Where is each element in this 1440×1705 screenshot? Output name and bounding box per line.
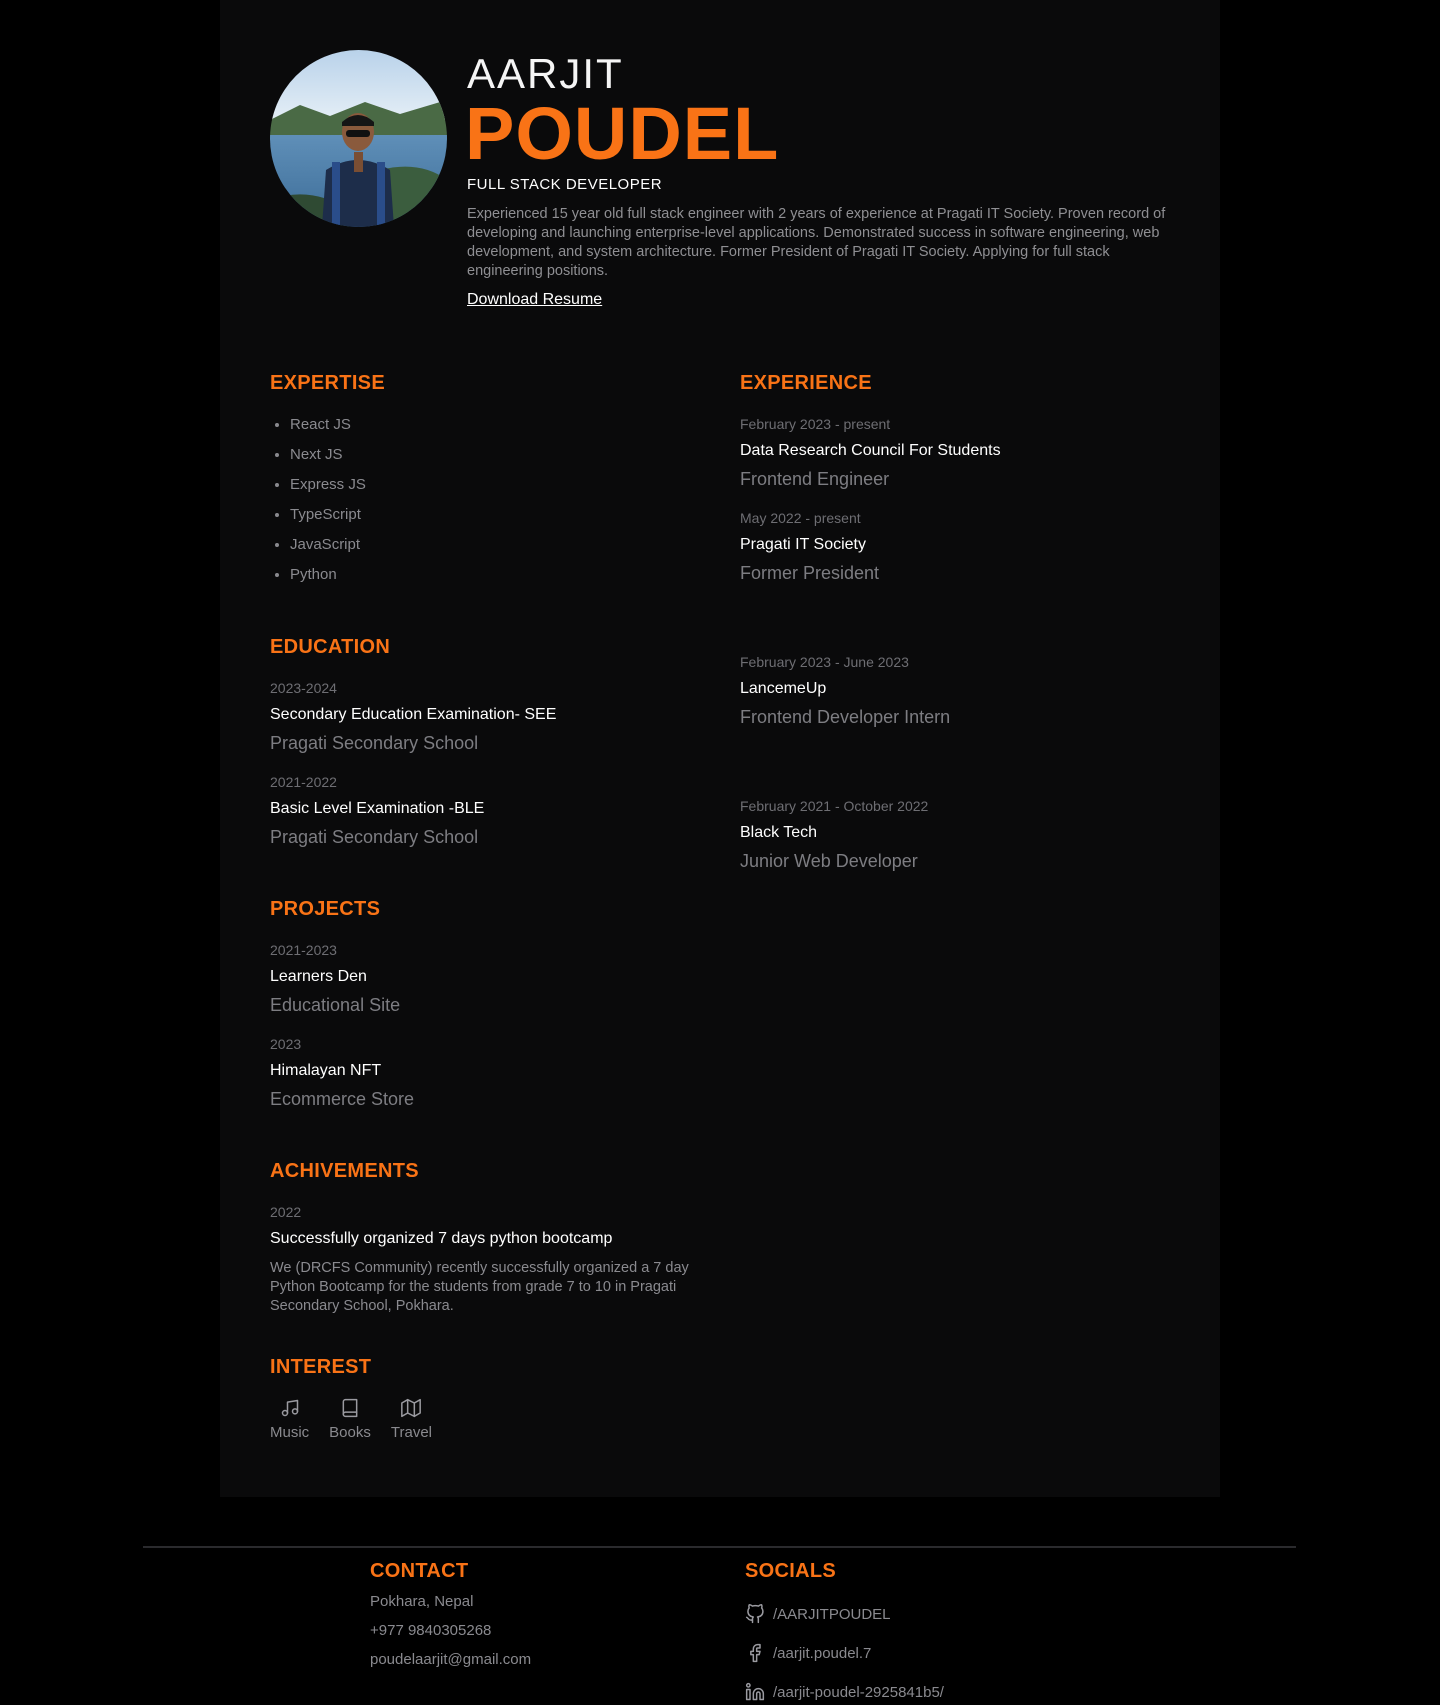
project-date: 2021-2023 xyxy=(270,942,337,958)
job-title: FULL STACK DEVELOPER xyxy=(467,176,663,193)
education-entry: 2021-2022 Basic Level Examination -BLE P… xyxy=(270,773,700,848)
experience-entry: February 2021 - October 2022 Black Tech … xyxy=(740,797,1170,872)
achievement-entry: 2022 Successfully organized 7 days pytho… xyxy=(270,1203,700,1316)
contact-heading: CONTACT xyxy=(370,1560,469,1582)
project-desc: Educational Site xyxy=(270,995,401,1015)
experience-date: February 2021 - October 2022 xyxy=(740,798,929,814)
map-icon xyxy=(401,1398,422,1418)
experience-role: Former President xyxy=(740,563,880,583)
project-desc: Ecommerce Store xyxy=(270,1089,415,1109)
list-item: Express JS xyxy=(290,470,366,500)
resume-card: AARJIT POUDEL FULL STACK DEVELOPER Exper… xyxy=(220,0,1220,1497)
education-heading: EDUCATION xyxy=(270,636,391,658)
education-entry: 2023-2024 Secondary Education Examinatio… xyxy=(270,679,700,754)
achievement-desc: We (DRCFS Community) recently successful… xyxy=(270,1260,689,1314)
experience-company: Pragati IT Society xyxy=(740,536,866,553)
experience-entry: February 2023 - present Data Research Co… xyxy=(740,415,1170,490)
avatar xyxy=(270,50,447,227)
expertise-list: React JS Next JS Express JS TypeScript J… xyxy=(270,410,366,590)
list-item: React JS xyxy=(290,410,366,440)
project-title: Himalayan NFT xyxy=(270,1062,382,1079)
interest-label: Music xyxy=(270,1424,310,1441)
experience-date: February 2023 - June 2023 xyxy=(740,654,909,670)
experience-role: Junior Web Developer xyxy=(740,851,918,871)
experience-company: Black Tech xyxy=(740,824,818,841)
social-label: /AARJITPOUDEL xyxy=(773,1605,891,1623)
contact-phone[interactable]: +977 9840305268 xyxy=(370,1622,491,1639)
experience-entry: February 2023 - June 2023 LancemeUp Fron… xyxy=(740,653,1170,728)
experience-role: Frontend Engineer xyxy=(740,469,890,489)
experience-company: Data Research Council For Students xyxy=(740,442,1001,459)
github-icon xyxy=(745,1604,764,1624)
project-date: 2023 xyxy=(270,1036,302,1052)
education-school: Pragati Secondary School xyxy=(270,827,479,847)
project-entry: 2021-2023 Learners Den Educational Site xyxy=(270,941,700,1016)
education-date: 2023-2024 xyxy=(270,680,337,696)
book-icon xyxy=(342,1398,358,1418)
experience-company: LancemeUp xyxy=(740,680,827,697)
expertise-heading: EXPERTISE xyxy=(270,372,385,394)
interest-books: Books xyxy=(329,1398,371,1441)
achievements-heading: ACHIVEMENTS xyxy=(270,1160,419,1182)
interest-list: Music Books Travel xyxy=(270,1398,432,1441)
interest-label: Travel xyxy=(390,1424,432,1441)
education-date: 2021-2022 xyxy=(270,774,337,790)
project-entry: 2023 Himalayan NFT Ecommerce Store xyxy=(270,1035,700,1110)
music-icon xyxy=(281,1399,298,1417)
experience-entry: May 2022 - present Pragati IT Society Fo… xyxy=(740,509,1170,584)
linkedin-icon xyxy=(745,1682,765,1701)
education-title: Basic Level Examination -BLE xyxy=(270,800,485,817)
list-item: Next JS xyxy=(290,440,366,470)
experience-heading: EXPERIENCE xyxy=(740,372,872,394)
list-item: Python xyxy=(290,560,366,590)
interest-label: Books xyxy=(329,1424,371,1441)
list-item: TypeScript xyxy=(290,500,366,530)
profile-photo xyxy=(270,50,447,227)
list-item: JavaScript xyxy=(290,530,366,560)
contact-email[interactable]: poudelaarjit@gmail.com xyxy=(370,1651,531,1668)
download-resume-link[interactable]: Download Resume xyxy=(467,291,602,309)
achievement-date: 2022 xyxy=(270,1204,302,1220)
social-label: /aarjit.poudel.7 xyxy=(773,1644,872,1662)
education-school: Pragati Secondary School xyxy=(270,733,479,753)
last-name: POUDEL xyxy=(465,92,780,175)
education-title: Secondary Education Examination- SEE xyxy=(270,706,557,723)
facebook-icon xyxy=(750,1643,761,1663)
projects-heading: PROJECTS xyxy=(270,898,381,920)
first-name: AARJIT xyxy=(467,50,624,97)
social-link-github[interactable]: /AARJITPOUDEL xyxy=(745,1604,891,1624)
social-link-facebook[interactable]: /aarjit.poudel.7 xyxy=(745,1643,871,1663)
social-link-linkedin[interactable]: /aarjit-poudel-2925841b5/ xyxy=(745,1682,944,1702)
footer-divider xyxy=(143,1546,1296,1548)
profile-summary: Experienced 15 year old full stack engin… xyxy=(467,206,1166,279)
achievement-title: Successfully organized 7 days python boo… xyxy=(270,1230,613,1247)
experience-role: Frontend Developer Intern xyxy=(740,707,951,727)
interest-heading: INTEREST xyxy=(270,1356,372,1378)
interest-travel: Travel xyxy=(391,1398,432,1441)
project-title: Learners Den xyxy=(270,968,367,985)
socials-heading: SOCIALS xyxy=(745,1560,836,1582)
social-label: /aarjit-poudel-2925841b5/ xyxy=(773,1683,944,1701)
contact-location: Pokhara, Nepal xyxy=(370,1593,474,1610)
experience-date: February 2023 - present xyxy=(740,416,891,432)
interest-music: Music xyxy=(270,1398,309,1441)
experience-date: May 2022 - present xyxy=(740,510,861,526)
